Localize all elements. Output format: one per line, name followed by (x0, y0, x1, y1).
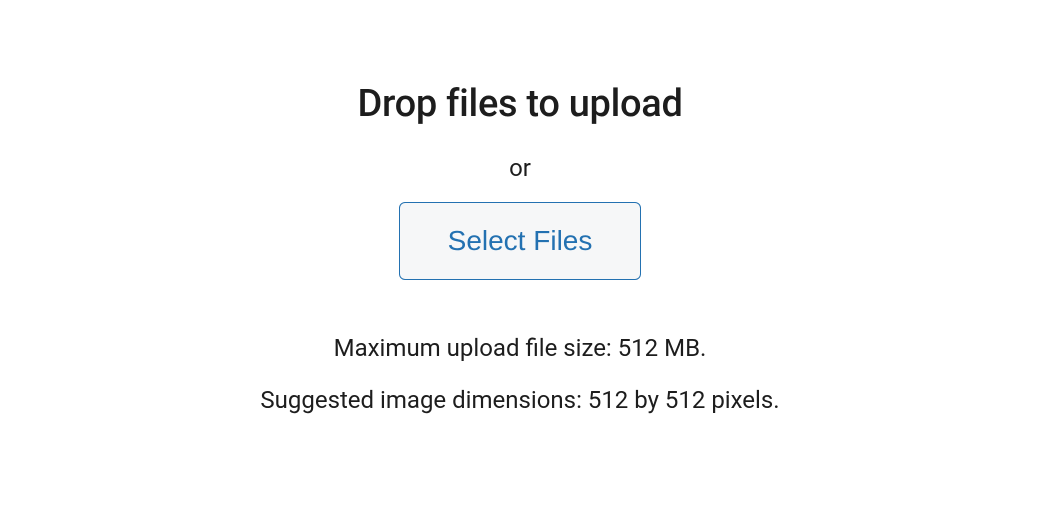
or-separator: or (509, 154, 531, 182)
upload-heading: Drop files to upload (357, 82, 682, 126)
max-upload-size-text: Maximum upload file size: 512 MB. (334, 334, 707, 362)
upload-info: Maximum upload file size: 512 MB. Sugges… (260, 334, 779, 414)
suggested-dimensions-text: Suggested image dimensions: 512 by 512 p… (260, 386, 779, 414)
select-files-button[interactable]: Select Files (399, 202, 642, 280)
